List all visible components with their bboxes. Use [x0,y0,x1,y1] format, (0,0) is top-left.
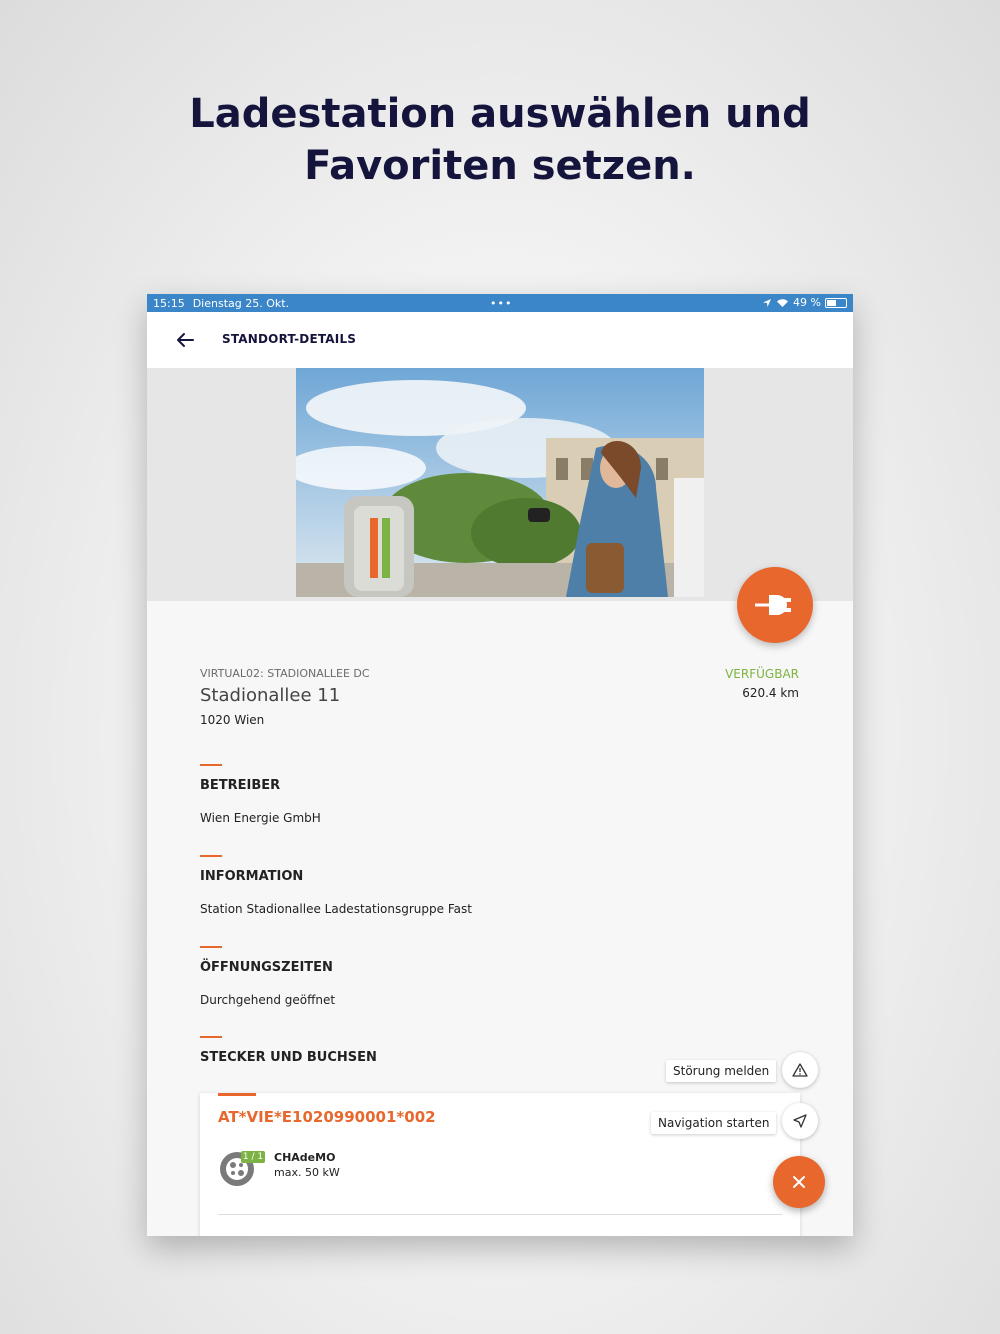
page-title: STANDORT-DETAILS [222,332,357,346]
availability-count-badge: 1 / 1 [241,1151,265,1163]
availability-status: VERFÜGBAR [725,667,799,681]
section-value: Station Stadionallee Ladestationsgruppe … [200,902,472,916]
location-city: 1020 Wien [200,713,265,727]
section-accent [200,855,222,857]
location-street: Stadionallee 11 [200,685,341,706]
charging-plug-button[interactable] [737,567,813,643]
station-photo [296,368,704,597]
status-right: 49 % [762,296,847,309]
battery-percent: 49 % [793,296,821,309]
report-issue-label[interactable]: Störung melden [666,1060,777,1082]
section-label: BETREIBER [200,778,281,793]
start-navigation-button[interactable] [782,1103,818,1139]
warning-icon [792,1063,808,1077]
multitasking-dots-icon[interactable]: ••• [490,297,512,310]
section-operator: BETREIBER Wien Energie GmbH [200,764,800,825]
status-bar: 15:15 Dienstag 25. Okt. ••• 49 % [147,294,853,312]
marketing-headline: Ladestation auswählen und Favoriten setz… [0,88,1000,192]
card-accent [218,1093,256,1096]
navigation-arrow-icon [793,1114,807,1128]
app-bar: STANDORT-DETAILS [147,312,853,368]
status-date: Dienstag 25. Okt. [192,296,290,310]
tablet-screen: 15:15 Dienstag 25. Okt. ••• 49 % STANDOR… [147,294,853,1236]
location-id: VIRTUAL02: STADIONALLEE DC [200,667,370,680]
distance: 620.4 km [742,686,799,700]
report-issue-button[interactable] [782,1052,818,1088]
section-value: Wien Energie GmbH [200,811,321,825]
close-speed-dial-button[interactable] [773,1156,825,1208]
section-accent [200,1036,222,1038]
card-divider [218,1214,782,1215]
headline-line-1: Ladestation auswählen und [189,91,811,137]
status-time: 15:15 [153,296,185,310]
section-opening-hours: ÖFFNUNGSZEITEN Durchgehend geöffnet [200,946,800,1007]
connector-power: max. 50 kW [274,1166,340,1179]
section-label: ÖFFNUNGSZEITEN [200,960,333,975]
location-arrow-icon [763,298,772,307]
section-value: Durchgehend geöffnet [200,993,336,1007]
headline-line-2: Favoriten setzen. [304,143,696,189]
evse-id: AT*VIE*E1020990001*002 [218,1108,436,1126]
section-accent [200,764,222,766]
start-navigation-label[interactable]: Navigation starten [651,1112,777,1134]
connector-name: CHAdeMO [274,1151,336,1164]
section-accent [200,946,222,948]
section-label: INFORMATION [200,869,304,884]
close-icon [793,1176,805,1188]
wifi-icon [777,298,789,307]
plug-icon [755,595,791,615]
section-information: INFORMATION Station Stadionallee Ladesta… [200,855,800,916]
back-arrow-icon[interactable] [173,328,197,352]
battery-icon [825,297,847,308]
